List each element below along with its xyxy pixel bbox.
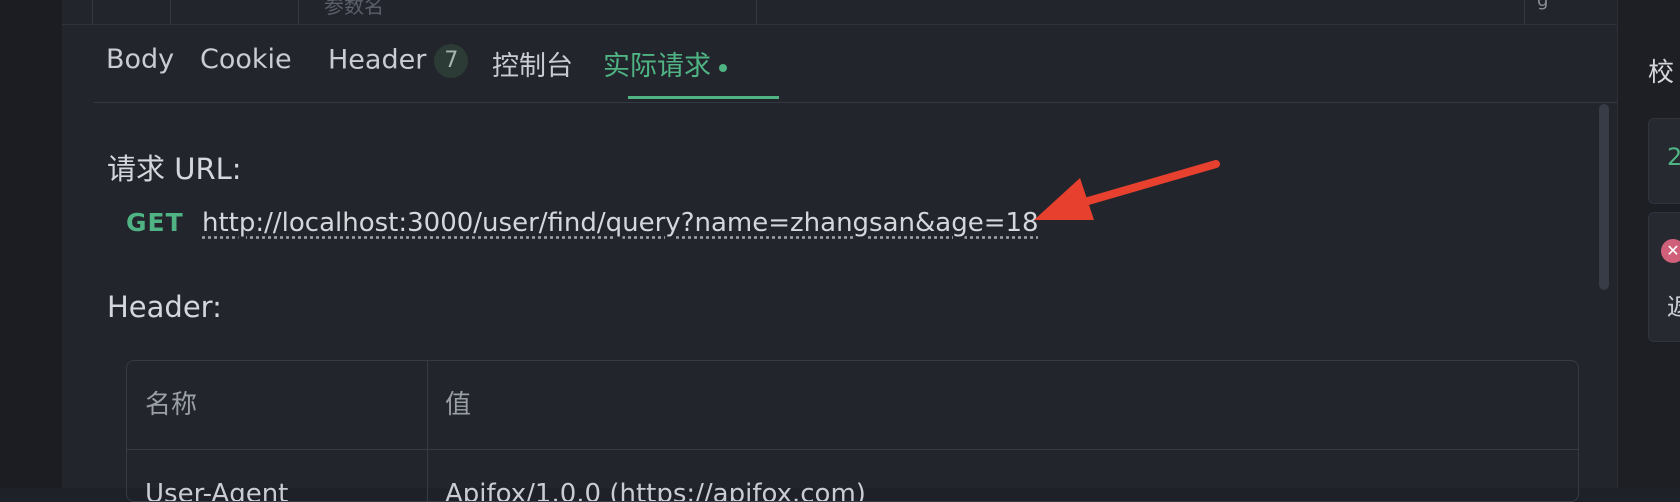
active-dot-icon	[719, 63, 727, 72]
tab-actual-request[interactable]: 实际请求	[603, 44, 727, 83]
header-row-value: Apifox/1.0.0 (https://apifox.com)	[445, 479, 866, 502]
response-tabs: Body Cookie Header 7 控制台 实际请求	[94, 24, 1644, 103]
right-panel: 校 2 ✕ 返	[1617, 0, 1680, 488]
annotation-arrow-icon	[1034, 160, 1220, 220]
tab-header-label: Header	[328, 44, 427, 76]
cell-divider	[170, 0, 171, 24]
param-name-placeholder[interactable]: 参数名	[324, 0, 384, 19]
request-url-title: 请求 URL:	[107, 152, 242, 186]
cell-divider	[1524, 0, 1525, 24]
cell-divider	[92, 0, 93, 24]
cell-divider	[298, 0, 299, 24]
error-icon: ✕	[1661, 239, 1680, 263]
right-panel-error-card: ✕ 返	[1648, 212, 1680, 342]
header-table: 名称 值 User-Agent Apifox/1.0.0 (https://ap…	[126, 360, 1579, 502]
header-row-name: User-Agent	[145, 479, 289, 502]
params-row-partial: 参数名 g	[62, 0, 1617, 25]
tab-body[interactable]: Body	[106, 44, 174, 75]
left-gutter	[0, 0, 63, 488]
header-section-title: Header:	[107, 290, 222, 324]
row-divider	[127, 449, 1578, 450]
request-method: GET	[126, 208, 184, 237]
cell-divider	[756, 0, 757, 24]
top-right-partial-text: g	[1537, 0, 1549, 11]
tab-console[interactable]: 控制台	[492, 44, 573, 83]
right-card-value-partial: 2	[1667, 143, 1680, 171]
request-url-link[interactable]: http://localhost:3000/user/find/query?na…	[202, 208, 1039, 238]
tab-cookie[interactable]: Cookie	[200, 44, 292, 75]
active-tab-underline	[628, 96, 779, 99]
right-panel-card: 2	[1648, 118, 1680, 204]
scrollbar-thumb[interactable]	[1599, 104, 1609, 290]
right-panel-title-partial: 校	[1648, 58, 1675, 88]
tab-header[interactable]: Header 7	[328, 44, 469, 78]
tab-actual-request-label: 实际请求	[603, 51, 711, 82]
column-header-value: 值	[445, 390, 472, 420]
right-card-text-partial: 返	[1667, 293, 1680, 321]
column-header-name: 名称	[145, 390, 198, 420]
header-count-badge: 7	[434, 44, 469, 78]
